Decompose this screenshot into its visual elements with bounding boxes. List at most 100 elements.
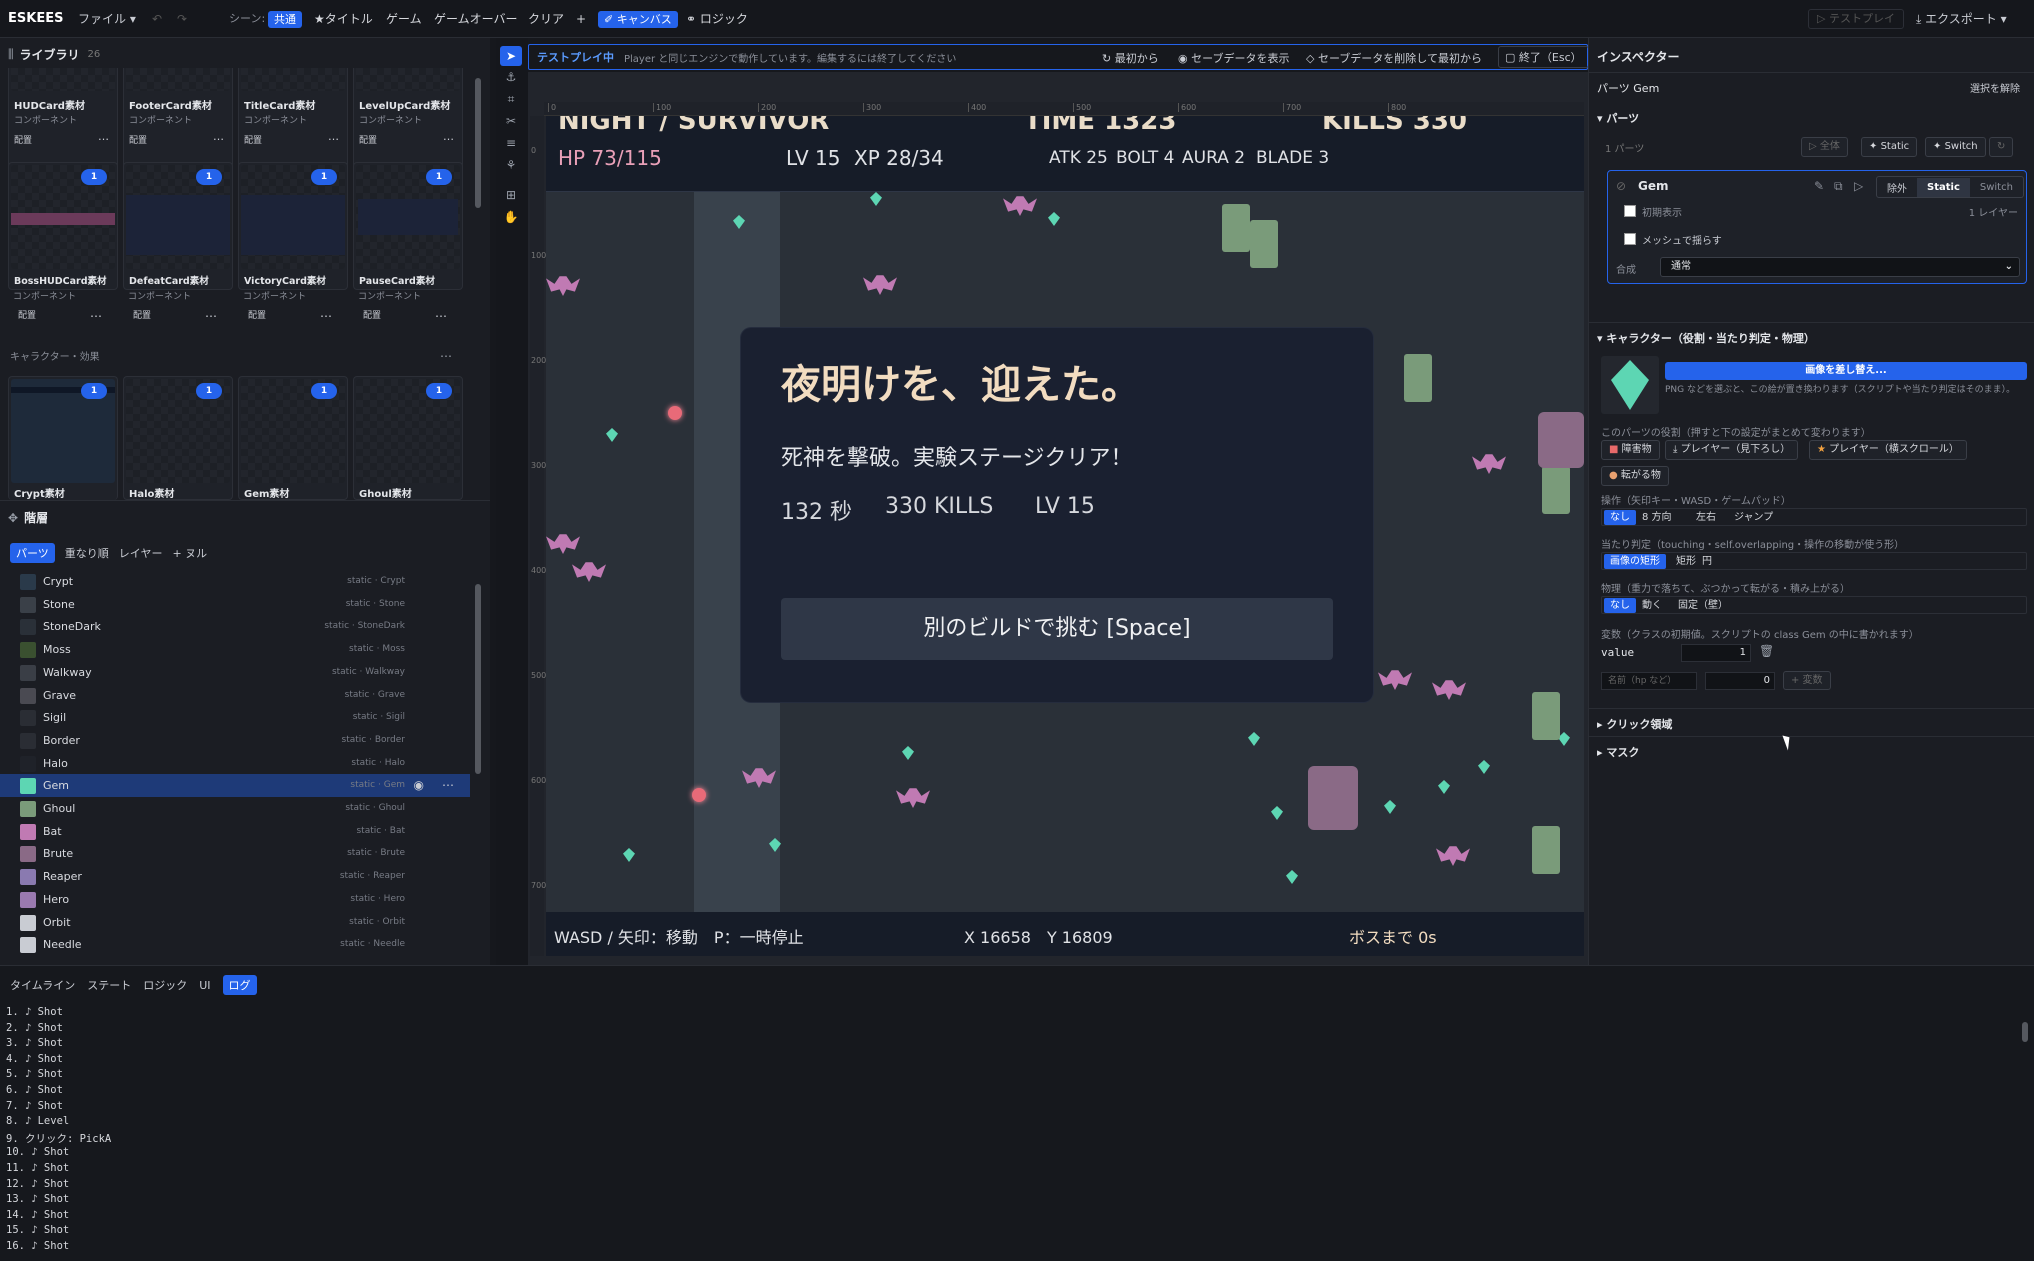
duplicate-icon[interactable]: ⧉ xyxy=(1834,179,1843,194)
eye-icon[interactable]: ◉ xyxy=(414,774,424,797)
place-button[interactable]: 配置 xyxy=(129,133,147,146)
tab-ui[interactable]: UI xyxy=(199,979,210,992)
hierarchy-item-stonedark[interactable]: StoneDark static · StoneDark xyxy=(0,615,470,638)
library-card[interactable]: 1 Gem素材 xyxy=(238,376,348,500)
add-null-button[interactable]: + ヌル xyxy=(172,545,207,561)
more-icon[interactable]: … xyxy=(328,130,339,143)
tab-layers[interactable]: レイヤー xyxy=(119,545,163,561)
hierarchy-item-reaper[interactable]: Reaper static · Reaper xyxy=(0,865,470,888)
place-button[interactable]: 配置 xyxy=(244,133,262,146)
test-play-button[interactable]: ▷ テストプレイ xyxy=(1808,9,1904,29)
more-icon[interactable]: ⋯ xyxy=(442,774,454,797)
hierarchy-item-border[interactable]: Border static · Border xyxy=(0,729,470,752)
more-icon[interactable]: … xyxy=(205,306,217,320)
blend-select[interactable]: 通常 ⌄ xyxy=(1660,257,2020,277)
log-scrollbar[interactable] xyxy=(2020,1002,2030,1257)
hitbox-rect[interactable]: 矩形 xyxy=(1676,553,1696,571)
hand-tool-icon[interactable]: ✋ xyxy=(502,210,520,228)
physics-move[interactable]: 動く xyxy=(1642,597,1662,615)
tab-state[interactable]: ステート xyxy=(87,977,131,993)
scene-tab-game[interactable]: ゲーム xyxy=(386,0,422,38)
new-variable-name-input[interactable]: 名前（hp など） xyxy=(1601,672,1697,690)
library-card[interactable]: 1 PauseCard素材 xyxy=(353,162,463,290)
scene-tab-common[interactable]: 共通 xyxy=(268,11,302,28)
section-mask[interactable]: ▸ マスク xyxy=(1597,744,1639,760)
more-icon[interactable]: … xyxy=(435,306,447,320)
hierarchy-item-walkway[interactable]: Walkway static · Walkway xyxy=(0,661,470,684)
hierarchy-scrollbar[interactable] xyxy=(474,570,482,962)
hierarchy-item-brute[interactable]: Brute static · Brute xyxy=(0,842,470,865)
place-button[interactable]: 配置 xyxy=(14,133,32,146)
shape-tool-icon[interactable]: ⚘ xyxy=(502,158,520,176)
section-character[interactable]: ▾ キャラクター（役割・当たり判定・物理） xyxy=(1597,330,1815,346)
switch-toggle[interactable]: Switch xyxy=(1970,182,2023,193)
exclude-button[interactable]: 除外 xyxy=(1877,180,1917,195)
tab-logic[interactable]: ロジック xyxy=(143,977,187,993)
show-save-button[interactable]: ◉ セーブデータを表示 xyxy=(1178,50,1289,66)
place-button[interactable]: 配置 xyxy=(133,308,151,321)
physics-fixed[interactable]: 固定（壁） xyxy=(1678,597,1728,615)
more-icon[interactable]: … xyxy=(320,306,332,320)
select-tool-icon[interactable]: ➤ xyxy=(500,46,522,66)
refresh-icon[interactable]: ↻ xyxy=(1989,137,2014,157)
control-jump[interactable]: ジャンプ xyxy=(1734,509,1773,527)
all-button[interactable]: ▷ 全体 xyxy=(1801,137,1848,157)
hierarchy-item-gem[interactable]: Gem static · Gem ◉ ⋯ xyxy=(0,774,470,798)
export-menu[interactable]: ⤓ エクスポート ▾ xyxy=(1916,0,2007,38)
role-obstacle-button[interactable]: ■ 障害物 xyxy=(1601,440,1660,460)
restart-button[interactable]: ↻ 最初から xyxy=(1102,50,1159,66)
place-button[interactable]: 配置 xyxy=(18,308,36,321)
physics-none[interactable]: なし xyxy=(1604,598,1636,613)
tab-timeline[interactable]: タイムライン xyxy=(10,977,75,993)
library-scrollbar[interactable] xyxy=(474,68,482,496)
hierarchy-item-crypt[interactable]: Crypt static · Crypt xyxy=(0,570,470,593)
edit-icon[interactable]: ✎ xyxy=(1814,179,1824,193)
library-card[interactable]: 1 DefeatCard素材 xyxy=(123,162,233,290)
library-card[interactable]: 1 Halo素材 xyxy=(123,376,233,500)
mode-canvas-button[interactable]: ✐ キャンバス xyxy=(598,11,678,28)
place-button[interactable]: 配置 xyxy=(359,133,377,146)
scene-tab-clear[interactable]: クリア xyxy=(528,0,564,38)
more-icon[interactable]: … xyxy=(443,130,454,143)
library-card[interactable]: 1 Ghoul素材 xyxy=(353,376,463,500)
hitbox-circle[interactable]: 円 xyxy=(1702,553,1712,571)
static-button[interactable]: ✦ Static xyxy=(1861,137,1918,157)
more-icon[interactable]: … xyxy=(213,130,224,143)
place-button[interactable]: 配置 xyxy=(248,308,266,321)
hierarchy-item-moss[interactable]: Moss static · Moss xyxy=(0,638,470,661)
hierarchy-item-hero[interactable]: Hero static · Hero xyxy=(0,888,470,911)
library-card[interactable]: 1 Crypt素材 xyxy=(8,376,118,500)
control-lr[interactable]: 左右 xyxy=(1696,509,1716,527)
retry-button[interactable]: 別のビルドで挑む [Space] xyxy=(781,598,1333,660)
tab-parts[interactable]: パーツ xyxy=(10,543,55,563)
grid-tool-icon[interactable]: ⊞ xyxy=(502,188,520,206)
quit-testplay-button[interactable]: ▢ 終了（Esc） xyxy=(1498,46,1589,68)
hierarchy-item-ghoul[interactable]: Ghoul static · Ghoul xyxy=(0,797,470,820)
section-parts[interactable]: ▾ パーツ xyxy=(1597,110,1639,126)
hitbox-image-rect[interactable]: 画像の矩形 xyxy=(1604,554,1666,569)
hierarchy-item-halo[interactable]: Halo static · Halo xyxy=(0,752,470,775)
more-icon[interactable]: … xyxy=(90,306,102,320)
file-menu[interactable]: ファイル ▾ xyxy=(78,0,136,38)
place-button[interactable]: 配置 xyxy=(363,308,381,321)
variable-value-input[interactable]: 1 xyxy=(1681,644,1751,662)
undo-icon[interactable]: ↶ xyxy=(152,0,162,38)
add-scene-button[interactable]: + xyxy=(576,0,586,38)
hierarchy-item-orbit[interactable]: Orbit static · Orbit xyxy=(0,911,470,934)
add-variable-button[interactable]: + 変数 xyxy=(1783,671,1831,690)
control-8dir[interactable]: 8 方向 xyxy=(1642,509,1672,527)
control-none[interactable]: なし xyxy=(1604,510,1636,525)
new-variable-value-input[interactable]: 0 xyxy=(1705,672,1775,690)
play-icon[interactable]: ▷ xyxy=(1854,179,1863,193)
library-card[interactable]: 1 BossHUDCard素材 xyxy=(8,162,118,290)
align-tool-icon[interactable]: ≡ xyxy=(502,136,520,154)
anchor-tool-icon[interactable]: ⚓ xyxy=(502,70,520,88)
game-view[interactable]: NIGHT / SURVIVOR TIME 1323 KILLS 330 HP … xyxy=(546,116,1584,956)
hierarchy-item-sigil[interactable]: Sigil static · Sigil xyxy=(0,706,470,729)
initial-visible-checkbox[interactable] xyxy=(1624,205,1636,217)
static-toggle[interactable]: Static xyxy=(1917,177,1970,197)
switch-button[interactable]: ✦ Switch xyxy=(1925,137,1986,157)
more-icon[interactable]: … xyxy=(98,130,109,143)
scene-tab-title[interactable]: ★タイトル xyxy=(314,0,373,38)
tab-order[interactable]: 重なり順 xyxy=(65,545,109,561)
